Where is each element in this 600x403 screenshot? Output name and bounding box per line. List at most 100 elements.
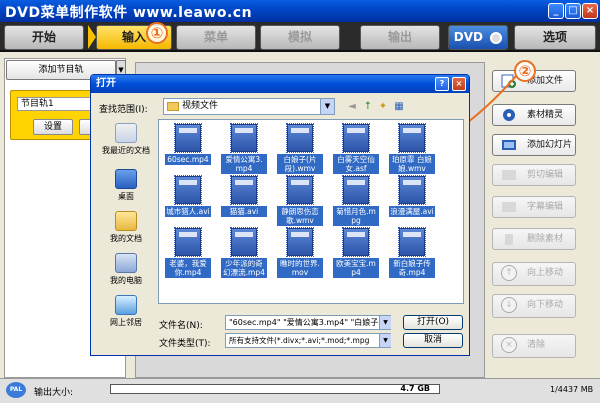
subtitle-edit-button[interactable]: 字幕编辑	[492, 196, 576, 218]
video-file-icon	[342, 227, 370, 257]
file-name: 老婆，我爱你.mp4	[165, 258, 211, 278]
file-name: 欧美宝宝.mp4	[333, 258, 379, 278]
video-file-icon	[230, 123, 258, 153]
tab-preview[interactable]: 模拟	[260, 25, 340, 50]
step-tab-bar: 开始 输入 菜单 模拟 输出 DVD 选项	[0, 22, 600, 52]
size-ratio: 1/4437 MB	[550, 385, 594, 394]
move-down-label: 向下移动	[527, 300, 564, 310]
pal-badge[interactable]: PAL	[6, 382, 26, 398]
video-file-icon	[174, 227, 202, 257]
tab-start[interactable]: 开始	[4, 25, 84, 50]
file-item[interactable]: 珀原霏 白娘娘.wmv	[389, 123, 435, 174]
recent-documents-icon	[115, 123, 137, 143]
file-name: 城市猎人.avi	[165, 206, 211, 217]
file-item[interactable]: 浪漫满屋.avi	[389, 175, 435, 217]
add-slideshow-label: 添加幻灯片	[527, 140, 573, 150]
video-file-icon	[398, 175, 426, 205]
file-item[interactable]: 城市猎人.avi	[165, 175, 211, 217]
file-item[interactable]: 瞧时的世界.mov	[277, 227, 323, 278]
file-name: 白娘子(片段).wmv	[277, 154, 323, 174]
file-item[interactable]: 白娘子(片段).wmv	[277, 123, 323, 174]
tab-menu[interactable]: 菜单	[176, 25, 256, 50]
file-name: 猫猫.avi	[221, 206, 267, 217]
disc-icon	[490, 31, 503, 44]
dialog-close-button[interactable]: ×	[452, 77, 466, 91]
subtitle-edit-label: 字幕编辑	[527, 202, 564, 212]
file-item[interactable]: 少年派的奇幻漂流.mp4	[221, 227, 267, 278]
place-my-computer[interactable]: 我的电脑	[97, 253, 155, 286]
look-in-value: 视频文件	[182, 101, 219, 111]
file-item[interactable]: 60sec.mp4	[165, 123, 211, 165]
trash-icon	[505, 234, 513, 245]
video-file-icon	[174, 175, 202, 205]
clear-button[interactable]: × 清除	[492, 334, 576, 358]
maximize-button[interactable]: □	[565, 3, 581, 19]
close-button[interactable]: ×	[582, 3, 598, 19]
track-settings-button[interactable]: 设置	[33, 119, 73, 135]
file-item[interactable]: 老婆，我爱你.mp4	[165, 227, 211, 278]
file-name: 瞧时的世界.mov	[277, 258, 323, 278]
move-down-button[interactable]: ↓ 向下移动	[492, 294, 576, 318]
chevron-down-icon[interactable]: ▼	[320, 99, 334, 114]
file-name: 静朗思伤恋歌.wmv	[277, 206, 323, 226]
file-item[interactable]: 爱情公寓3.mp4	[221, 123, 267, 174]
my-computer-icon	[115, 253, 137, 273]
open-file-dialog: 打开 ? × 查找范围(I): 视频文件 ▼ ◄ ↑ ✦ ▦ 我最近的文档 桌面…	[90, 74, 470, 356]
tab-options[interactable]: 选项	[514, 25, 596, 50]
file-item[interactable]: 菊惜月色.mpg	[333, 175, 379, 226]
clear-label: 清除	[527, 340, 546, 350]
new-folder-icon[interactable]: ✦	[376, 100, 390, 114]
video-file-icon	[342, 123, 370, 153]
place-desktop-label: 桌面	[118, 192, 134, 201]
open-button[interactable]: 打开(O)	[403, 315, 463, 330]
dvd-logo-text: DVD	[453, 30, 484, 44]
file-item[interactable]: 白雾天空仙女.asf	[333, 123, 379, 174]
look-in-select[interactable]: 视频文件 ▼	[163, 98, 335, 115]
file-item[interactable]: 新白娘子传奇.mp4	[389, 227, 435, 278]
move-up-label: 向上移动	[527, 268, 564, 278]
video-file-icon	[174, 123, 202, 153]
place-network[interactable]: 网上邻居	[97, 295, 155, 328]
material-wizard-label: 素材精灵	[527, 110, 564, 120]
video-file-icon	[286, 175, 314, 205]
network-icon	[115, 295, 137, 315]
folder-icon	[167, 102, 179, 111]
minimize-button[interactable]: _	[548, 3, 564, 19]
cancel-button[interactable]: 取消	[403, 333, 463, 348]
file-item[interactable]: 猫猫.avi	[221, 175, 267, 217]
file-type-select[interactable]: 所有支持文件(*.divx;*.avi;*.mod;*.mpg	[225, 333, 391, 348]
callout-1: ①	[146, 22, 168, 44]
output-size-label: 输出大小:	[34, 388, 74, 398]
file-name: 新白娘子传奇.mp4	[389, 258, 435, 278]
view-menu-icon[interactable]: ▦	[392, 100, 406, 114]
tab-output[interactable]: 输出	[360, 25, 440, 50]
chevron-down-icon[interactable]: ▼	[379, 334, 391, 347]
help-button[interactable]: ?	[435, 77, 449, 91]
cut-edit-button[interactable]: 剪切编辑	[492, 164, 576, 186]
place-desktop[interactable]: 桌面	[97, 169, 155, 202]
place-my-documents[interactable]: 我的文档	[97, 211, 155, 244]
place-my-documents-label: 我的文档	[110, 234, 142, 243]
my-documents-icon	[115, 211, 137, 231]
cut-edit-label: 剪切编辑	[527, 170, 564, 180]
file-list[interactable]: 60sec.mp4 爱情公寓3.mp4 白娘子(片段).wmv 白雾天空仙女.a…	[158, 119, 464, 304]
file-item[interactable]: 静朗思伤恋歌.wmv	[277, 175, 323, 226]
look-in-label: 查找范围(I):	[99, 105, 148, 115]
back-icon[interactable]: ◄	[345, 100, 359, 114]
move-up-button[interactable]: ↑ 向上移动	[492, 262, 576, 286]
file-name: 少年派的奇幻漂流.mp4	[221, 258, 267, 278]
file-name: 珀原霏 白娘娘.wmv	[389, 154, 435, 174]
places-bar: 我最近的文档 桌面 我的文档 我的电脑 网上邻居	[97, 119, 155, 351]
up-folder-icon[interactable]: ↑	[361, 100, 375, 114]
place-my-computer-label: 我的电脑	[110, 276, 142, 285]
chevron-down-icon[interactable]: ▼	[379, 316, 391, 329]
file-item[interactable]: 欧美宝宝.mp4	[333, 227, 379, 278]
title-bar: DVD菜单制作软件 www.leawo.cn _ □ ×	[0, 0, 600, 22]
file-name-input[interactable]: "60sec.mp4" "爱情公寓3.mp4" "白娘子(片	[225, 315, 391, 330]
subtitle-icon	[502, 202, 516, 212]
disc-size-value: 4.7 GB	[400, 384, 430, 393]
dvd-logo: DVD	[448, 25, 508, 50]
place-recent[interactable]: 我最近的文档	[97, 123, 155, 156]
video-file-icon	[286, 123, 314, 153]
delete-material-button[interactable]: 删除素材	[492, 228, 576, 250]
